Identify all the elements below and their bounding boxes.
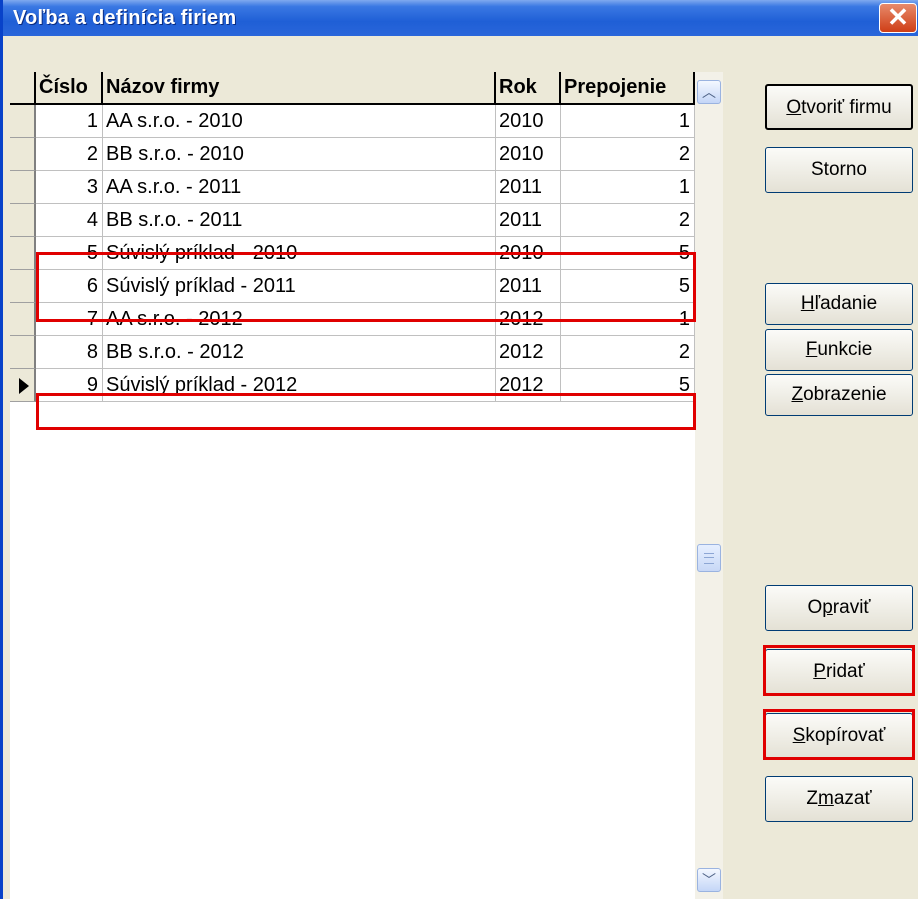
chevron-down-icon: ﹀	[702, 872, 716, 888]
cell-prepojenie[interactable]: 5	[561, 237, 695, 270]
row-selector[interactable]	[10, 171, 36, 204]
cell-cislo[interactable]: 9	[36, 369, 103, 402]
cell-rok[interactable]: 2011	[496, 204, 561, 237]
scroll-up-button[interactable]: ︿	[697, 80, 721, 104]
cell-rok[interactable]: 2010	[496, 237, 561, 270]
cell-prepojenie[interactable]: 2	[561, 204, 695, 237]
row-selector[interactable]	[10, 270, 36, 303]
row-selector[interactable]	[10, 303, 36, 336]
cell-rok[interactable]: 2012	[496, 369, 561, 402]
cell-prepojenie[interactable]: 1	[561, 303, 695, 336]
opravit-button[interactable]: Opraviť	[765, 585, 913, 631]
column-header-nazov[interactable]: Názov firmy	[103, 72, 496, 105]
column-header-prepojenie[interactable]: Prepojenie	[561, 72, 695, 105]
current-row-pointer-icon	[19, 378, 29, 394]
table-row[interactable]: 4 BB s.r.o. - 2011 2011 2	[10, 204, 695, 237]
cell-nazov[interactable]: Súvislý príklad - 2010	[103, 237, 496, 270]
close-button[interactable]: ✕	[879, 3, 917, 33]
table-row[interactable]: 5 Súvislý príklad - 2010 2010 5	[10, 237, 695, 270]
cell-cislo[interactable]: 6	[36, 270, 103, 303]
cell-nazov[interactable]: BB s.r.o. - 2012	[103, 336, 496, 369]
row-selector[interactable]	[10, 369, 36, 402]
cell-cislo[interactable]: 5	[36, 237, 103, 270]
table-row[interactable]: 8 BB s.r.o. - 2012 2012 2	[10, 336, 695, 369]
cell-cislo[interactable]: 1	[36, 105, 103, 138]
table-row[interactable]: 6 Súvislý príklad - 2011 2011 5	[10, 270, 695, 303]
title-bar[interactable]: Voľba a definícia firiem ✕	[3, 0, 918, 36]
cell-rok[interactable]: 2012	[496, 303, 561, 336]
cell-rok[interactable]: 2012	[496, 336, 561, 369]
storno-button[interactable]: Storno	[765, 147, 913, 193]
row-selector[interactable]	[10, 336, 36, 369]
cell-prepojenie[interactable]: 2	[561, 336, 695, 369]
row-selector[interactable]	[10, 105, 36, 138]
cell-nazov[interactable]: AA s.r.o. - 2012	[103, 303, 496, 336]
pridat-button[interactable]: Pridať	[765, 649, 913, 695]
window-title: Voľba a definícia firiem	[13, 7, 237, 29]
scroll-thumb[interactable]	[697, 544, 721, 572]
grid-corner-header	[10, 72, 36, 105]
cell-rok[interactable]: 2011	[496, 171, 561, 204]
cell-rok[interactable]: 2010	[496, 105, 561, 138]
table-row[interactable]: 9 Súvislý príklad - 2012 2012 5	[10, 369, 695, 402]
zmazat-button[interactable]: Zmazať	[765, 776, 913, 822]
column-header-cislo[interactable]: Číslo	[36, 72, 103, 105]
cell-prepojenie[interactable]: 5	[561, 270, 695, 303]
zobrazenie-button[interactable]: Zobrazenie	[765, 374, 913, 416]
firms-grid: Číslo Názov firmy Rok Prepojenie 1 AA s.r…	[10, 72, 696, 899]
cell-nazov[interactable]: BB s.r.o. - 2011	[103, 204, 496, 237]
row-selector[interactable]	[10, 204, 36, 237]
column-header-rok[interactable]: Rok	[496, 72, 561, 105]
skopirovat-button[interactable]: Skopírovať	[765, 713, 913, 759]
hladanie-button[interactable]: Hľadanie	[765, 283, 913, 325]
grip-icon	[704, 553, 714, 564]
cell-rok[interactable]: 2011	[496, 270, 561, 303]
table-row[interactable]: 1 AA s.r.o. - 2010 2010 1	[10, 105, 695, 138]
cell-prepojenie[interactable]: 5	[561, 369, 695, 402]
cell-cislo[interactable]: 2	[36, 138, 103, 171]
cell-rok[interactable]: 2010	[496, 138, 561, 171]
cell-nazov[interactable]: Súvislý príklad - 2012	[103, 369, 496, 402]
close-icon: ✕	[887, 2, 909, 32]
cell-prepojenie[interactable]: 2	[561, 138, 695, 171]
row-selector[interactable]	[10, 138, 36, 171]
cell-cislo[interactable]: 4	[36, 204, 103, 237]
cell-cislo[interactable]: 3	[36, 171, 103, 204]
vertical-scrollbar[interactable]: ︿ ﹀	[695, 72, 723, 899]
cell-cislo[interactable]: 8	[36, 336, 103, 369]
cell-nazov[interactable]: BB s.r.o. - 2010	[103, 138, 496, 171]
chevron-up-icon: ︿	[702, 84, 716, 100]
cell-nazov[interactable]: AA s.r.o. - 2011	[103, 171, 496, 204]
otvorit-firmu-button[interactable]: Otvoriť firmu	[765, 84, 913, 130]
funkcie-button[interactable]: Funkcie	[765, 329, 913, 371]
table-row[interactable]: 2 BB s.r.o. - 2010 2010 2	[10, 138, 695, 171]
table-row[interactable]: 7 AA s.r.o. - 2012 2012 1	[10, 303, 695, 336]
scroll-down-button[interactable]: ﹀	[697, 868, 721, 892]
cell-cislo[interactable]: 7	[36, 303, 103, 336]
cell-prepojenie[interactable]: 1	[561, 171, 695, 204]
cell-prepojenie[interactable]: 1	[561, 105, 695, 138]
cell-nazov[interactable]: Súvislý príklad - 2011	[103, 270, 496, 303]
row-selector[interactable]	[10, 237, 36, 270]
cell-nazov[interactable]: AA s.r.o. - 2010	[103, 105, 496, 138]
table-row[interactable]: 3 AA s.r.o. - 2011 2011 1	[10, 171, 695, 204]
